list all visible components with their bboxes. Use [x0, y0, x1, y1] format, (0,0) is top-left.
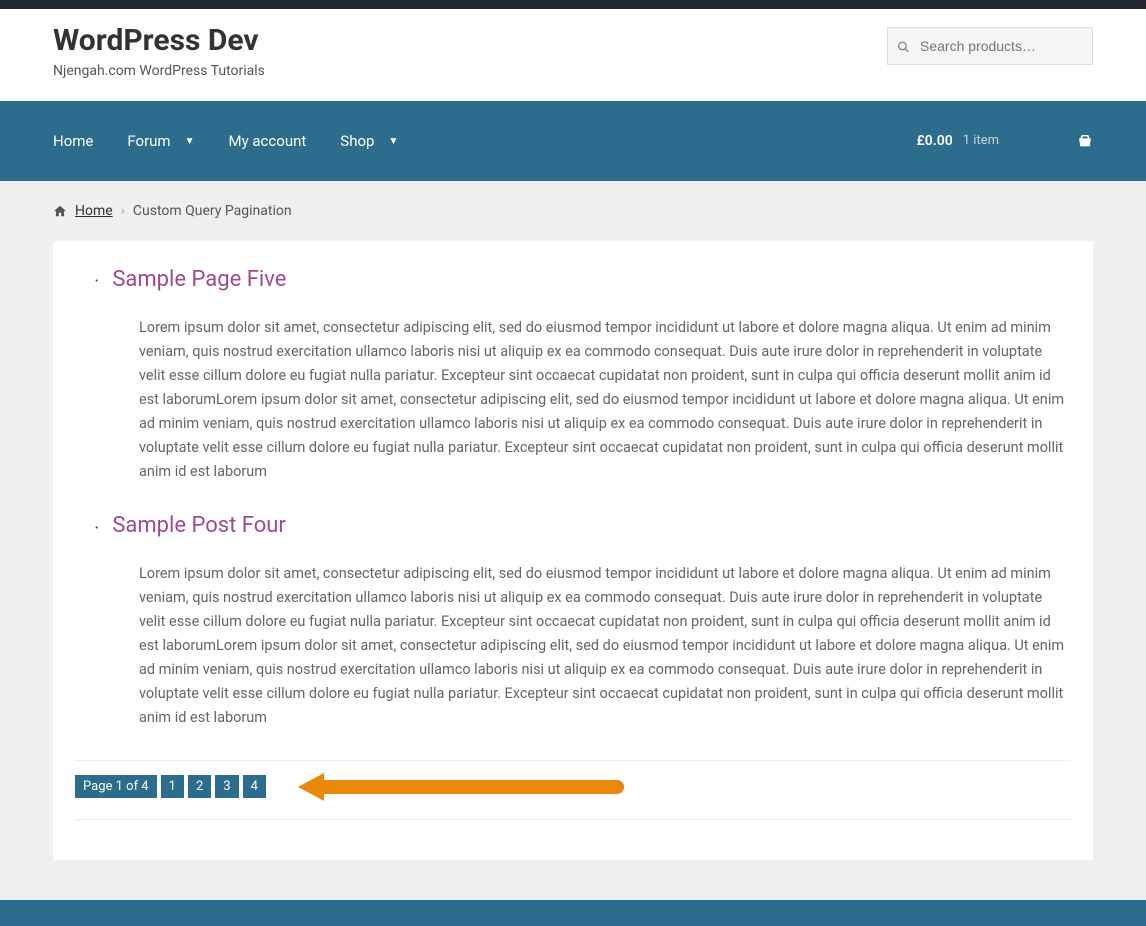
search-icon	[897, 37, 910, 56]
site-branding: WordPress Dev Njengah.com WordPress Tuto…	[53, 23, 265, 79]
main-content: Sample Page Five Lorem ipsum dolor sit a…	[53, 241, 1093, 860]
site-title[interactable]: WordPress Dev	[53, 23, 265, 59]
chevron-down-icon: ▼	[388, 136, 398, 147]
page-status: Page 1 of 4	[75, 775, 157, 798]
site-tagline: Njengah.com WordPress Tutorials	[53, 63, 265, 79]
product-search	[887, 27, 1093, 65]
cart-link[interactable]: £0.00 1 item	[916, 133, 1093, 149]
nav-my-account[interactable]: My account	[228, 132, 306, 150]
post-title-link[interactable]: Sample Post Four	[112, 513, 286, 538]
nav-home[interactable]: Home	[53, 132, 93, 150]
post-excerpt: Lorem ipsum dolor sit amet, consectetur …	[139, 562, 1071, 729]
breadcrumb: Home › Custom Query Pagination	[53, 181, 1093, 241]
home-icon	[53, 203, 67, 219]
pagination: Page 1 of 4 1 2 3 4	[75, 760, 1071, 820]
arrow-shaft	[324, 780, 624, 794]
post-item: Sample Post Four Lorem ipsum dolor sit a…	[95, 513, 1071, 729]
search-input[interactable]	[887, 27, 1093, 65]
cart-total: £0.00	[916, 133, 952, 149]
nav-label: Forum	[127, 132, 170, 150]
nav-label: Home	[53, 132, 93, 150]
post-item: Sample Page Five Lorem ipsum dolor sit a…	[95, 267, 1071, 483]
basket-icon	[1077, 133, 1093, 149]
admin-topbar	[0, 0, 1146, 9]
page-link-1[interactable]: 1	[161, 775, 184, 798]
page-link-3[interactable]: 3	[215, 775, 238, 798]
breadcrumb-separator: ›	[121, 203, 125, 219]
nav-label: Shop	[340, 132, 374, 150]
arrow-head-icon	[298, 773, 324, 801]
nav-shop[interactable]: Shop ▼	[340, 132, 398, 150]
post-excerpt: Lorem ipsum dolor sit amet, consectetur …	[139, 316, 1071, 483]
nav-forum[interactable]: Forum ▼	[127, 132, 194, 150]
post-title-link[interactable]: Sample Page Five	[112, 267, 286, 292]
cart-count: 1 item	[963, 133, 999, 148]
breadcrumb-current: Custom Query Pagination	[133, 203, 292, 219]
nav-label: My account	[228, 132, 306, 150]
primary-nav: Home Forum ▼ My account Shop ▼	[53, 132, 398, 150]
page-link-4[interactable]: 4	[243, 775, 266, 798]
chevron-down-icon: ▼	[185, 136, 195, 147]
breadcrumb-home[interactable]: Home	[75, 203, 113, 219]
annotation-arrow	[298, 773, 624, 801]
page-link-2[interactable]: 2	[188, 775, 211, 798]
footer	[0, 900, 1146, 926]
